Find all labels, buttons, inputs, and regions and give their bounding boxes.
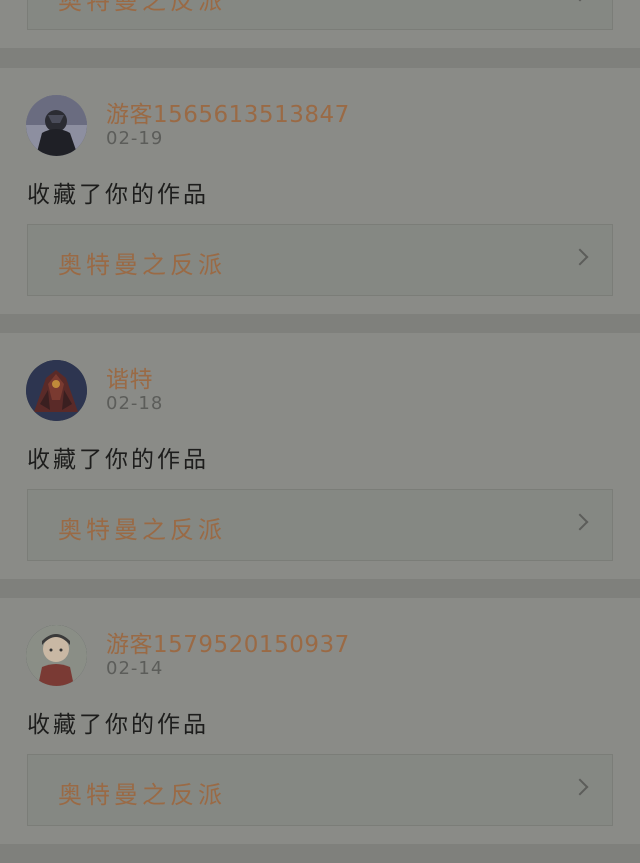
username[interactable]: 游客1579520150937 <box>106 625 350 659</box>
notification-card: 谐特 02-18 收藏了你的作品 奥特曼之反派 <box>0 333 640 579</box>
username[interactable]: 游客1565613513847 <box>106 95 350 129</box>
work-title: 奥特曼之反派 <box>58 251 226 279</box>
work-title: 奥特曼之反派 <box>58 0 226 15</box>
avatar[interactable] <box>26 360 87 421</box>
avatar-image <box>26 625 87 686</box>
avatar-image <box>26 360 87 421</box>
notification-card: 游客1579520150937 02-14 收藏了你的作品 奥特曼之反派 <box>0 598 640 844</box>
notification-card: 奥特曼之反派 <box>0 0 640 48</box>
chevron-right-icon <box>571 513 589 531</box>
notification-feed: 奥特曼之反派 游客1565613513847 02-19 收藏了你的作品 奥特曼… <box>0 0 640 863</box>
chevron-right-icon <box>571 248 589 266</box>
avatar[interactable] <box>26 95 87 156</box>
work-link[interactable]: 奥特曼之反派 <box>27 224 613 296</box>
work-title: 奥特曼之反派 <box>58 516 226 544</box>
chevron-right-icon <box>571 0 589 2</box>
activity-text: 收藏了你的作品 <box>27 712 209 738</box>
avatar-image <box>26 95 87 156</box>
username[interactable]: 谐特 <box>106 360 153 394</box>
timestamp: 02-19 <box>106 128 164 149</box>
activity-text: 收藏了你的作品 <box>27 447 209 473</box>
avatar[interactable] <box>26 625 87 686</box>
timestamp: 02-14 <box>106 658 164 679</box>
chevron-right-icon <box>571 778 589 796</box>
timestamp: 02-18 <box>106 393 164 414</box>
work-link[interactable]: 奥特曼之反派 <box>27 489 613 561</box>
activity-text: 收藏了你的作品 <box>27 182 209 208</box>
work-link[interactable]: 奥特曼之反派 <box>27 754 613 826</box>
work-title: 奥特曼之反派 <box>58 781 226 809</box>
notification-card: 游客1565613513847 02-19 收藏了你的作品 奥特曼之反派 <box>0 68 640 314</box>
work-link[interactable]: 奥特曼之反派 <box>27 0 613 30</box>
